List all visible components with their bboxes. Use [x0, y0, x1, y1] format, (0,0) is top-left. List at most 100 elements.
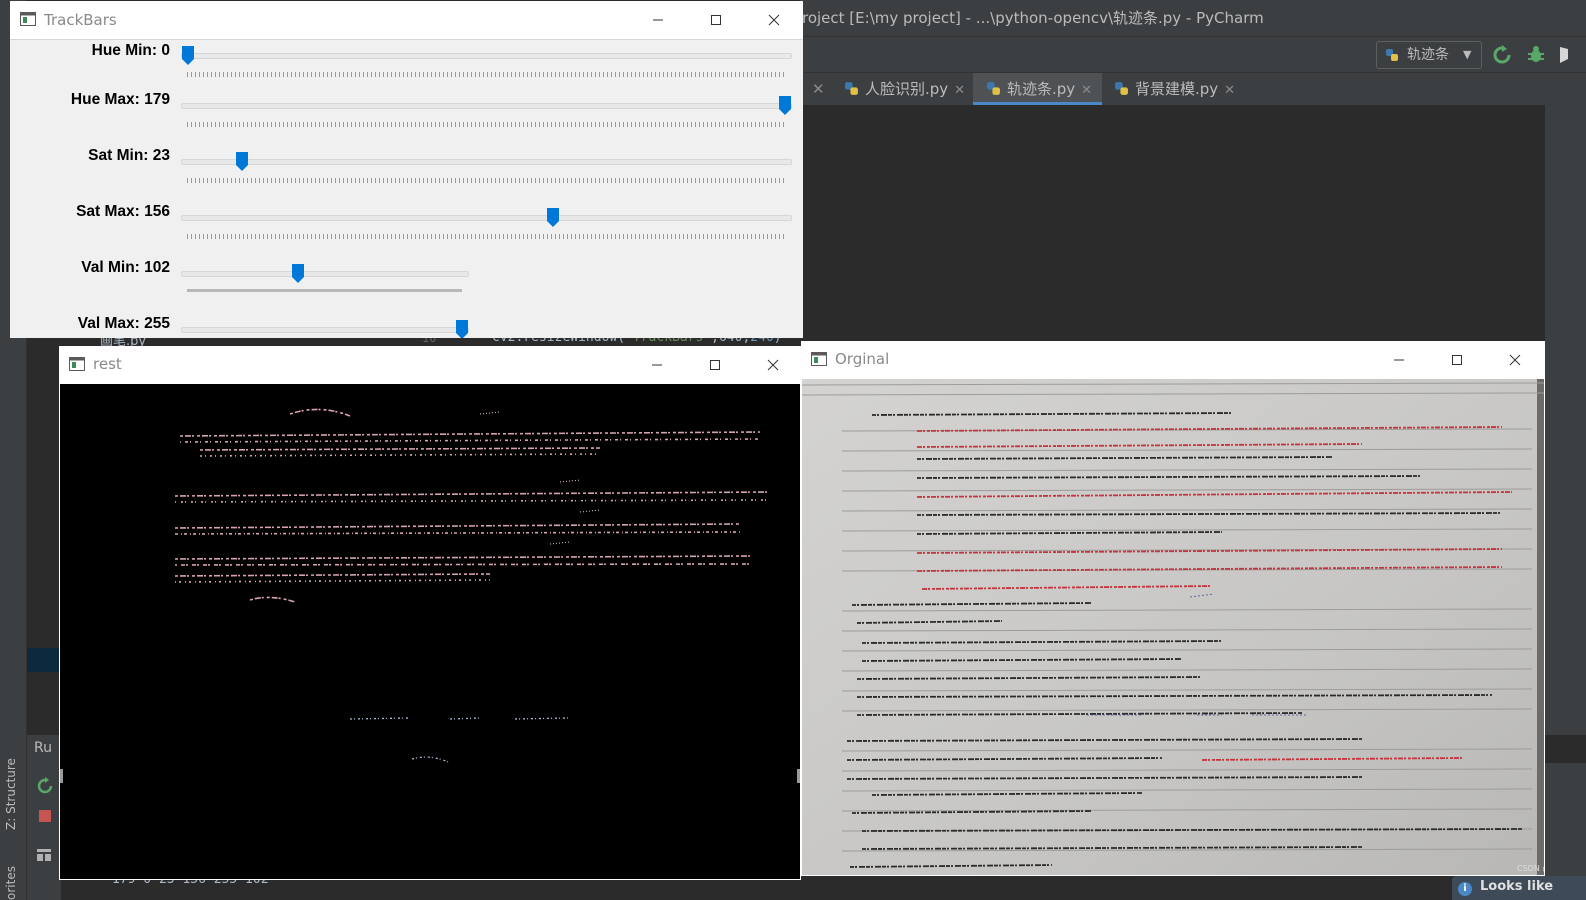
slider-thumb[interactable]	[547, 208, 560, 227]
python-file-icon	[845, 82, 858, 95]
slider-ticks	[187, 178, 785, 183]
stop-icon[interactable]	[39, 810, 51, 822]
trackbar-label: Hue Min: 0	[91, 42, 170, 59]
run-configuration-dropdown[interactable]: 轨迹条 ▼	[1376, 41, 1482, 69]
slider-ticks	[187, 234, 785, 239]
close-icon[interactable]: ✕	[1224, 83, 1235, 98]
close-icon[interactable]: ✕	[1081, 83, 1092, 98]
slider-thumb[interactable]	[291, 264, 304, 283]
rest-window: rest	[59, 346, 801, 880]
minimize-icon	[652, 364, 662, 366]
notification-balloon[interactable]: i Looks like	[1452, 876, 1586, 900]
run-configuration-label: 轨迹条	[1407, 47, 1449, 63]
run-tool-label[interactable]: Ru	[34, 740, 52, 756]
opencv-window-icon	[811, 352, 827, 366]
minimize-icon	[653, 19, 663, 21]
tab-label: 人脸识别.py	[865, 80, 949, 98]
trackbar-val-min: Val Min: 102	[10, 258, 803, 314]
close-button[interactable]	[1486, 341, 1544, 379]
maximize-button[interactable]	[687, 1, 745, 39]
slider-track[interactable]	[181, 215, 792, 221]
trackbar-label: Val Min: 102	[81, 259, 170, 276]
python-file-icon	[987, 82, 1000, 95]
trackbar-label: Sat Min: 23	[88, 147, 170, 164]
slider-ticks	[187, 72, 785, 77]
structure-tool-button[interactable]: Z: Structure	[4, 758, 18, 830]
trackbar-val-max: Val Max: 255	[10, 314, 803, 338]
slider-track[interactable]	[181, 271, 469, 277]
notebook-photo: CSDN @hzt	[802, 379, 1544, 875]
notification-text: Looks like	[1480, 879, 1554, 894]
close-icon	[1509, 354, 1521, 366]
trackbar-sat-max: Sat Max: 156	[10, 202, 803, 258]
trackbar-hue-min: Hue Min: 0	[10, 40, 803, 96]
close-button[interactable]	[744, 346, 802, 384]
opencv-window-icon	[20, 12, 36, 26]
close-icon	[767, 359, 779, 371]
window-title: TrackBars	[44, 11, 117, 29]
slider-track[interactable]	[181, 327, 469, 333]
info-icon: i	[1458, 882, 1472, 896]
close-icon[interactable]: ✕	[954, 83, 965, 98]
trackbar-label: Hue Max: 179	[70, 91, 170, 108]
pycharm-toolbar: 轨迹条 ▼	[800, 36, 1586, 73]
tab-close-icon[interactable]: ✕	[812, 73, 825, 105]
original-window: Orginal CSDN	[801, 341, 1545, 876]
minimize-icon	[1394, 359, 1404, 361]
trackbars-window: TrackBars Hue Min: 0 Hue Max: 179 Sat Mi…	[10, 1, 803, 338]
slider-thumb[interactable]	[235, 152, 248, 171]
window-title: rest	[93, 355, 122, 373]
trackbars-panel: Hue Min: 0 Hue Max: 179 Sat Min: 23 Sat …	[10, 40, 803, 338]
close-icon	[768, 14, 780, 26]
tab-face-recognition[interactable]: 人脸识别.py ✕	[844, 73, 965, 105]
maximize-icon	[711, 15, 721, 25]
slider-thumb[interactable]	[456, 320, 468, 338]
tab-background-modeling[interactable]: 背景建模.py ✕	[1114, 73, 1235, 105]
trackbar-label: Sat Max: 156	[76, 203, 170, 220]
minimize-button[interactable]	[628, 346, 686, 384]
close-button[interactable]	[745, 1, 803, 39]
layout-icon[interactable]	[36, 848, 52, 862]
slider-ticks	[187, 122, 785, 127]
trackbar-sat-min: Sat Min: 23	[10, 146, 803, 202]
pycharm-title-bar: roject [E:\my project] - ...\python-open…	[800, 0, 1586, 36]
rerun-icon[interactable]	[36, 777, 54, 795]
maximize-button[interactable]	[1428, 341, 1486, 379]
slider-thumb[interactable]	[779, 96, 791, 115]
slider-track[interactable]	[181, 53, 792, 59]
python-icon	[1386, 49, 1398, 61]
slider-track[interactable]	[181, 159, 792, 165]
slider-thumb[interactable]	[182, 46, 194, 65]
tab-trackbar[interactable]: 轨迹条.py ✕	[973, 73, 1103, 105]
right-tool-strip	[1545, 105, 1586, 900]
project-tree-selection	[27, 648, 61, 672]
coverage-icon[interactable]	[1558, 45, 1570, 65]
tab-label: 轨迹条.py	[1007, 80, 1076, 98]
trackbar-hue-max: Hue Max: 179	[10, 90, 803, 146]
minimize-button[interactable]	[1370, 341, 1428, 379]
masked-text-image	[60, 408, 800, 783]
favorites-tool-button[interactable]: orites	[4, 866, 18, 900]
notebook-photo-image: CSDN @hzt	[802, 379, 1544, 875]
tab-label: 背景建模.py	[1135, 80, 1219, 98]
opencv-window-icon	[69, 357, 85, 371]
window-title: Orginal	[835, 350, 890, 368]
trackbar-label: Val Max: 255	[77, 315, 170, 332]
rerun-icon[interactable]	[1492, 45, 1512, 65]
mask-result-image	[60, 384, 800, 879]
debug-icon[interactable]	[1526, 45, 1546, 65]
trackbars-title-bar[interactable]: TrackBars	[10, 1, 803, 40]
chevron-down-icon: ▼	[1463, 48, 1472, 61]
maximize-icon	[710, 360, 720, 370]
slider-ticks	[187, 289, 462, 292]
editor-tab-bar: ✕ 人脸识别.py ✕ 轨迹条.py ✕ 背景建模.py ✕	[800, 72, 1586, 106]
right-gutter-band	[1545, 735, 1586, 763]
rest-title-bar[interactable]: rest	[59, 346, 801, 384]
minimize-button[interactable]	[629, 1, 687, 39]
python-file-icon	[1115, 82, 1128, 95]
maximize-icon	[1452, 355, 1462, 365]
slider-track[interactable]	[181, 103, 792, 109]
original-title-bar[interactable]: Orginal	[801, 341, 1545, 379]
maximize-button[interactable]	[686, 346, 744, 384]
watermark-text: CSDN @hzt	[1517, 864, 1544, 873]
